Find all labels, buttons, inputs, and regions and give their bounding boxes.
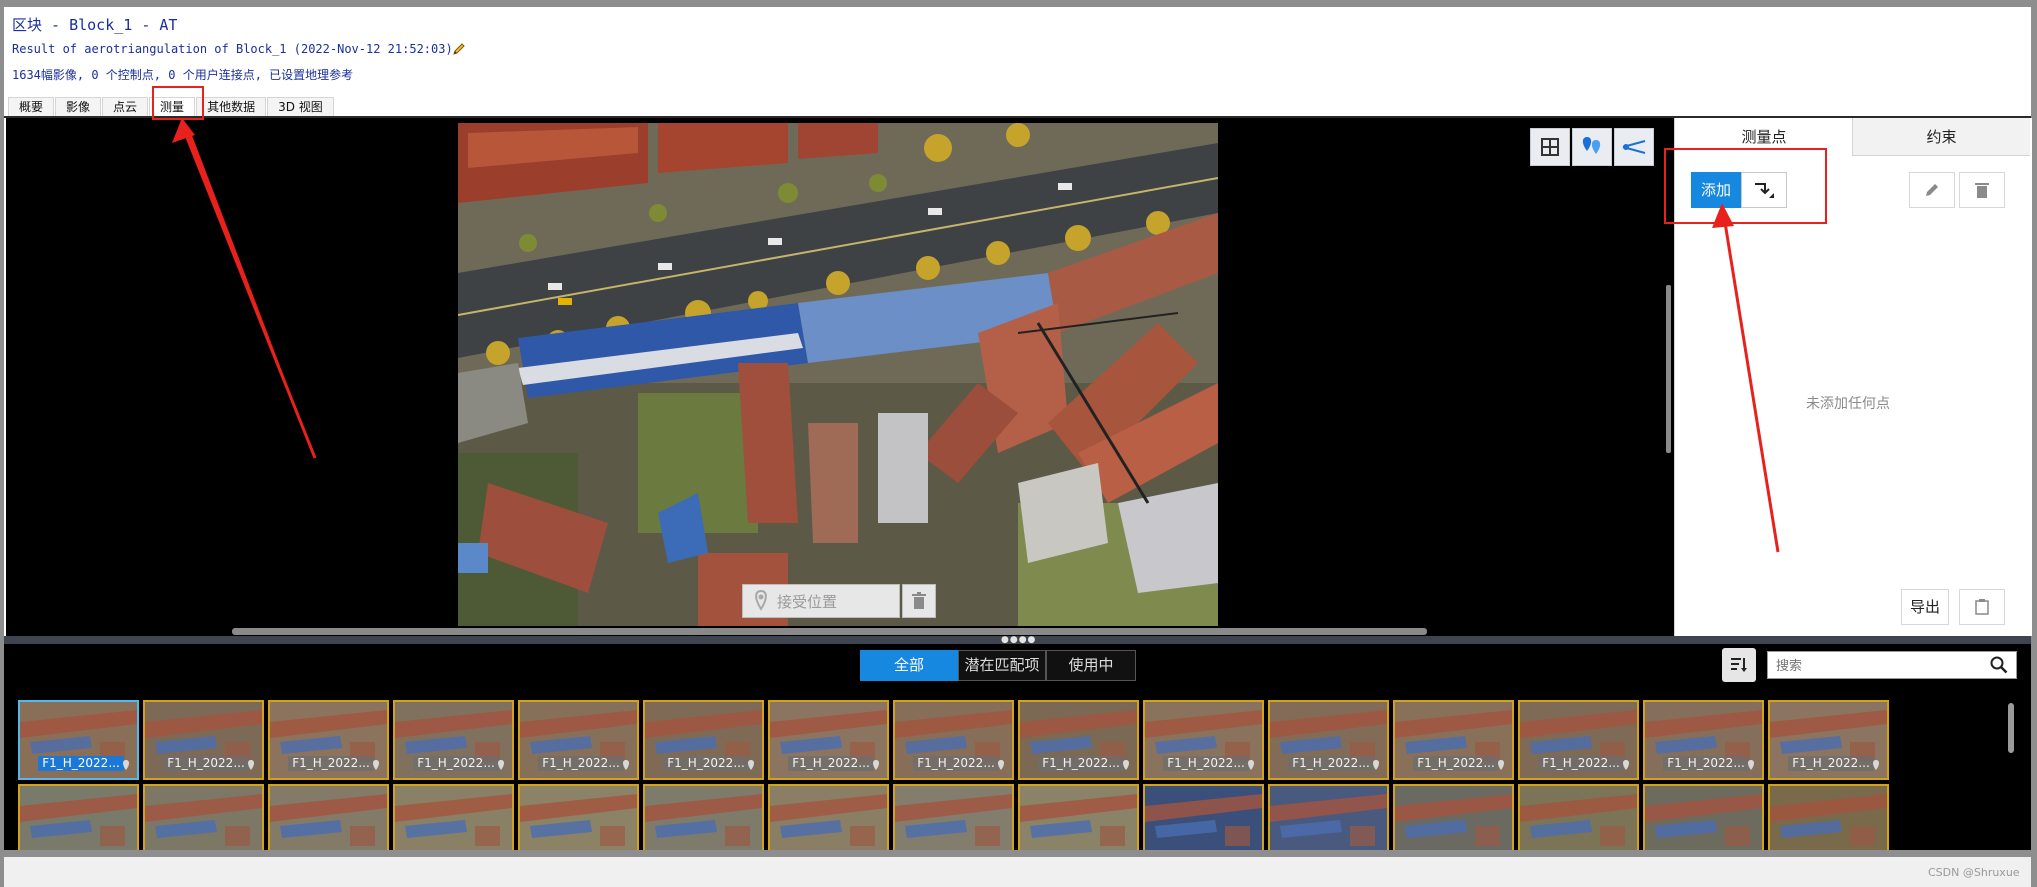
annotation-arrows: [172, 118, 1780, 553]
